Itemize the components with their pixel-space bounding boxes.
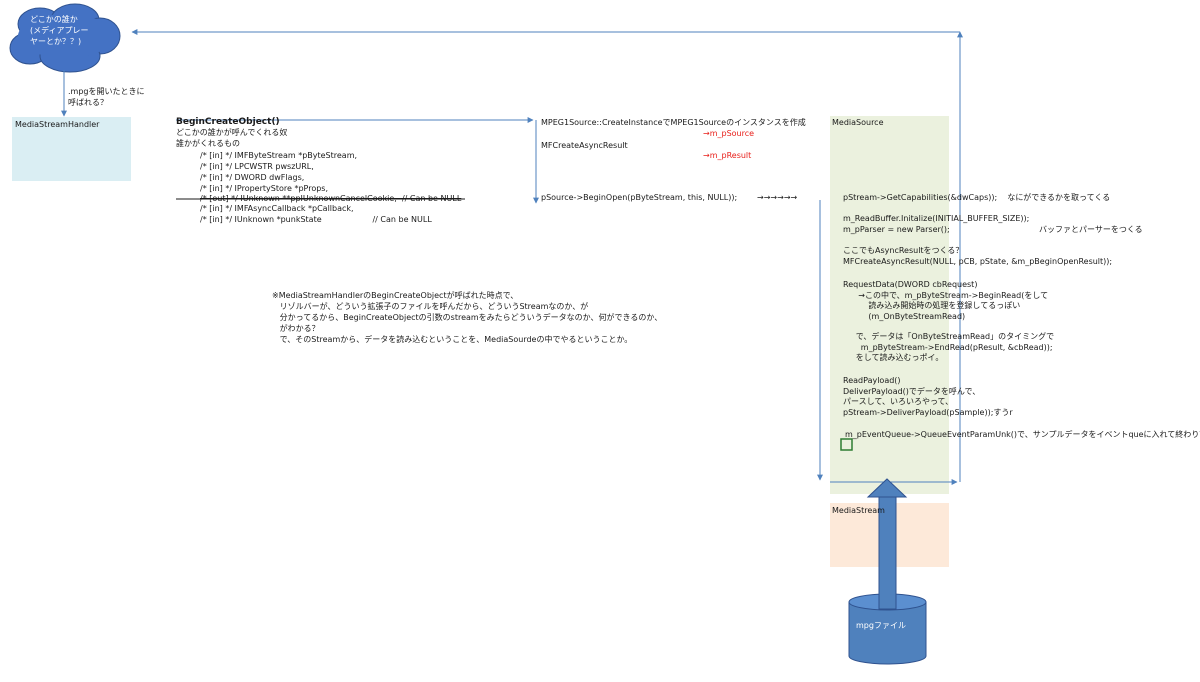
begin-open-text: pSource->BeginOpen(pByteStream, this, NU… [541,193,738,202]
async-question-text: ここでもAsyncResultをつくる？ [843,246,964,255]
m-presult-text: →m_pResult [703,151,752,160]
big-up-arrow [866,478,908,610]
m-psource-text: →m_pSource [703,129,755,138]
read-payload-text: ReadPayload() DeliverPayload()でデータを呼んで、 … [843,376,1013,417]
read-timing-text: で、データは「OnByteStreamRead」のタイミングで m_pByteS… [855,332,1055,362]
small-square-icon [840,438,853,451]
param-5: /* [in] */ IMFAsyncCallback *pCallback, [200,204,354,213]
param-0: /* [in] */ IMFByteStream *pByteStream, [200,151,358,160]
mpg-file-label: mpgファイル [856,621,906,630]
center-note: ※MediaStreamHandlerのBeginCreateObjectが呼ば… [272,291,663,344]
begin-create-desc: どこかの誰かが呼んでくれる奴 誰かがくれるもの [176,128,288,148]
mf-create-async-text: MFCreateAsyncResult [541,141,628,150]
flow-arrows-text: →→→→→→ [757,193,798,202]
param-3: /* [in] */ IPropertyStore *pProps, [200,184,329,193]
read-buffer-text: m_ReadBuffer.Initalize(INITIAL_BUFFER_SI… [843,214,1030,223]
parser-text: m_pParser = new Parser(); [843,225,950,234]
mpg-open-note: .mpgを開いたときに 呼ばれる？ [68,87,145,107]
media-stream-label: MediaStream [832,506,885,515]
param-struck: /* [out] */ IUnknown **ppIUnknownCancelC… [200,194,462,203]
request-data-text: RequestData(DWORD cbRequest) →この中で、m_pBy… [843,280,1049,321]
cloud-label: どこかの誰か (メディアプレー ヤーとか？？) [30,15,89,46]
param-6: /* [in] */ IUnknown *punkState // Can be… [200,215,432,224]
begin-create-title: BeginCreateObject() [176,117,280,127]
param-1: /* [in] */ LPCWSTR pwszURL, [200,162,314,171]
media-source-label: MediaSource [832,118,884,127]
get-capabilities-text: pStream->GetCapabilities(&dwCaps)); なにがで… [843,193,1111,202]
queue-event-text: m_pEventQueue->QueueEventParamUnk()で、サンプ… [845,430,1200,439]
mpeg1-create-text: MPEG1Source::CreateInstanceでMPEG1Sourceの… [541,118,806,127]
async-call-text: MFCreateAsyncResult(NULL, pCB, pState, &… [843,257,1113,266]
media-stream-handler-label: MediaStreamHandler [15,120,100,129]
param-2: /* [in] */ DWORD dwFlags, [200,173,305,182]
parser-note-text: バッファとパーサーをつくる [1039,225,1143,234]
